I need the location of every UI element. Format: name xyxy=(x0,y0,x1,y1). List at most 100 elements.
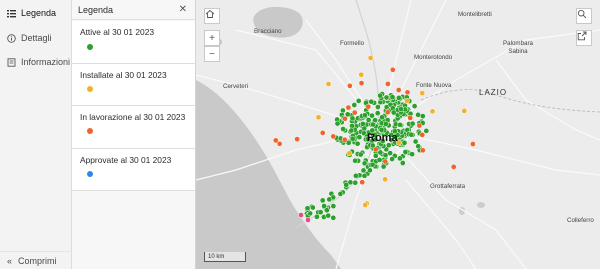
map-point[interactable] xyxy=(362,202,369,208)
map-point[interactable] xyxy=(355,98,362,104)
map-point[interactable] xyxy=(382,121,389,127)
map-point[interactable] xyxy=(330,214,337,221)
map-point[interactable] xyxy=(385,81,391,87)
search-button[interactable] xyxy=(576,8,592,24)
map-point[interactable] xyxy=(397,155,403,162)
map-point[interactable] xyxy=(334,120,341,127)
map-point[interactable] xyxy=(360,167,367,174)
nav-item-dettagli[interactable]: Dettagli xyxy=(0,27,72,49)
map-point[interactable] xyxy=(409,151,415,158)
map-point[interactable] xyxy=(349,135,356,142)
map-point[interactable] xyxy=(272,137,279,144)
map-point[interactable] xyxy=(370,121,376,128)
map-point[interactable] xyxy=(348,127,355,134)
map-point[interactable] xyxy=(365,117,372,123)
map-point[interactable] xyxy=(419,147,426,154)
map-point[interactable] xyxy=(389,94,396,100)
home-button[interactable] xyxy=(204,8,220,24)
map-point[interactable] xyxy=(402,149,409,155)
map-point[interactable] xyxy=(315,114,322,121)
map-point[interactable] xyxy=(319,197,326,204)
map-point[interactable] xyxy=(416,122,423,129)
map-point[interactable] xyxy=(399,160,406,166)
map-point[interactable] xyxy=(337,191,344,197)
map-point[interactable] xyxy=(359,179,366,186)
map-point[interactable] xyxy=(362,112,368,119)
map-point[interactable] xyxy=(326,196,333,203)
map-point[interactable] xyxy=(461,108,468,114)
map-point[interactable] xyxy=(408,131,415,138)
map-point[interactable] xyxy=(317,209,324,216)
map-point[interactable] xyxy=(396,95,402,101)
map-point[interactable] xyxy=(419,90,426,96)
map-point[interactable] xyxy=(389,156,395,162)
map-point[interactable] xyxy=(390,109,397,116)
map-point[interactable] xyxy=(360,121,366,127)
map-point[interactable] xyxy=(429,108,436,115)
map-point[interactable] xyxy=(377,149,384,156)
map-point[interactable] xyxy=(470,141,476,147)
map-point[interactable] xyxy=(346,150,353,157)
map-point[interactable] xyxy=(354,140,361,147)
map-point[interactable] xyxy=(382,158,389,165)
map-point[interactable] xyxy=(358,71,365,78)
map-point[interactable] xyxy=(319,130,326,136)
map-point[interactable] xyxy=(330,203,337,209)
map-point[interactable] xyxy=(379,114,385,121)
map-point[interactable] xyxy=(349,115,356,122)
map-point[interactable] xyxy=(383,94,390,101)
map-point[interactable] xyxy=(374,110,381,116)
map-point[interactable] xyxy=(343,181,350,188)
map-point[interactable] xyxy=(369,161,376,168)
map-point[interactable] xyxy=(314,213,320,220)
map-point[interactable] xyxy=(352,179,359,186)
map-point[interactable] xyxy=(404,98,410,104)
map-point[interactable] xyxy=(372,152,379,159)
map-point[interactable] xyxy=(341,136,348,143)
map-point[interactable] xyxy=(357,151,364,158)
map-view[interactable]: Bracciano Formello Monterotondo Montelib… xyxy=(196,0,600,269)
map-point[interactable] xyxy=(377,92,383,99)
map-point[interactable] xyxy=(325,212,332,219)
map-point[interactable] xyxy=(324,207,330,214)
map-point[interactable] xyxy=(404,89,411,96)
map-point[interactable] xyxy=(397,121,403,128)
map-point[interactable] xyxy=(423,128,430,134)
map-point[interactable] xyxy=(361,172,368,179)
map-point[interactable] xyxy=(309,204,316,211)
map-point[interactable] xyxy=(369,112,375,119)
map-point[interactable] xyxy=(384,109,391,116)
map-point[interactable] xyxy=(352,157,358,164)
map-point[interactable] xyxy=(365,103,372,110)
map-point[interactable] xyxy=(382,176,388,183)
map-point[interactable] xyxy=(367,167,373,174)
map-point[interactable] xyxy=(395,87,402,93)
map-point[interactable] xyxy=(398,106,404,112)
map-point[interactable] xyxy=(305,217,311,223)
map-point[interactable] xyxy=(356,134,363,140)
map-point[interactable] xyxy=(294,136,300,142)
collapse-button[interactable]: « Comprimi xyxy=(0,251,72,269)
nav-item-legenda[interactable]: Legenda xyxy=(0,2,72,24)
map-point[interactable] xyxy=(419,132,426,138)
map-point[interactable] xyxy=(450,164,457,170)
zoom-out-button[interactable]: − xyxy=(204,46,220,62)
share-button[interactable] xyxy=(576,30,592,46)
map-point[interactable] xyxy=(415,111,421,118)
close-icon[interactable]: ✕ xyxy=(179,4,187,15)
zoom-in-button[interactable]: + xyxy=(204,30,220,46)
map-point[interactable] xyxy=(372,146,379,153)
map-point[interactable] xyxy=(382,152,389,159)
map-point[interactable] xyxy=(376,157,383,163)
map-point[interactable] xyxy=(401,139,408,146)
map-point[interactable] xyxy=(368,98,375,105)
map-point[interactable] xyxy=(304,205,311,212)
map-point[interactable] xyxy=(415,143,422,150)
map-point[interactable] xyxy=(325,81,332,87)
map-point[interactable] xyxy=(419,113,426,119)
map-point[interactable] xyxy=(411,103,418,109)
map-point[interactable] xyxy=(375,104,381,110)
map-point[interactable] xyxy=(351,109,358,116)
map-point[interactable] xyxy=(412,138,419,145)
map-point[interactable] xyxy=(358,80,365,86)
